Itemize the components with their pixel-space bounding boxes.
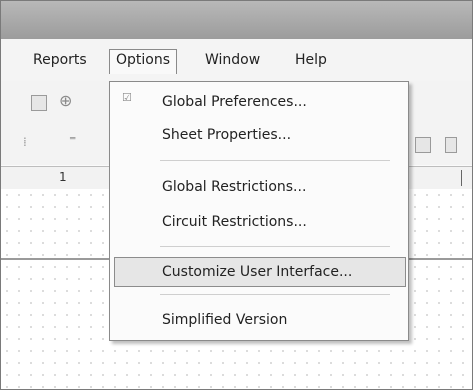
menu-reports[interactable]: Reports [29, 51, 91, 69]
menu-window[interactable]: Window [201, 51, 264, 69]
clip-icon[interactable] [445, 137, 457, 153]
menu-help[interactable]: Help [291, 51, 331, 69]
sheet-icon[interactable] [31, 95, 47, 111]
menu-item-global-restrictions[interactable]: Global Restrictions... [162, 179, 306, 195]
align-icon[interactable]: ⁼ [69, 133, 76, 149]
menu-item-simplified-version[interactable]: Simplified Version [162, 312, 287, 328]
calendar-icon[interactable] [415, 137, 431, 153]
menu-separator [160, 294, 390, 295]
ruler-label-1: 1 [59, 170, 67, 184]
menu-options[interactable]: Options [109, 49, 178, 74]
menu-bar: Reports Options Window Help [1, 39, 472, 81]
checkmark-icon: ☑ [122, 91, 132, 104]
zoom-in-icon[interactable]: ⊕ [59, 91, 72, 110]
menu-separator [160, 246, 390, 247]
options-dropdown-menu: ☑ Global Preferences... Sheet Properties… [109, 81, 409, 341]
menu-separator [160, 160, 390, 161]
app-window: Reports Options Window Help ⊕ ⁞ ⁼ 1 ☑ Gl… [0, 0, 473, 390]
menu-item-global-preferences[interactable]: Global Preferences... [162, 94, 307, 110]
ruler-tick [461, 170, 462, 186]
title-bar [1, 1, 472, 39]
menu-item-customize-ui[interactable]: Customize User Interface... [162, 264, 352, 280]
menu-item-circuit-restrictions[interactable]: Circuit Restrictions... [162, 214, 307, 230]
toolbar-handle-icon: ⁞ [23, 135, 27, 149]
menu-item-sheet-properties[interactable]: Sheet Properties... [162, 127, 291, 143]
